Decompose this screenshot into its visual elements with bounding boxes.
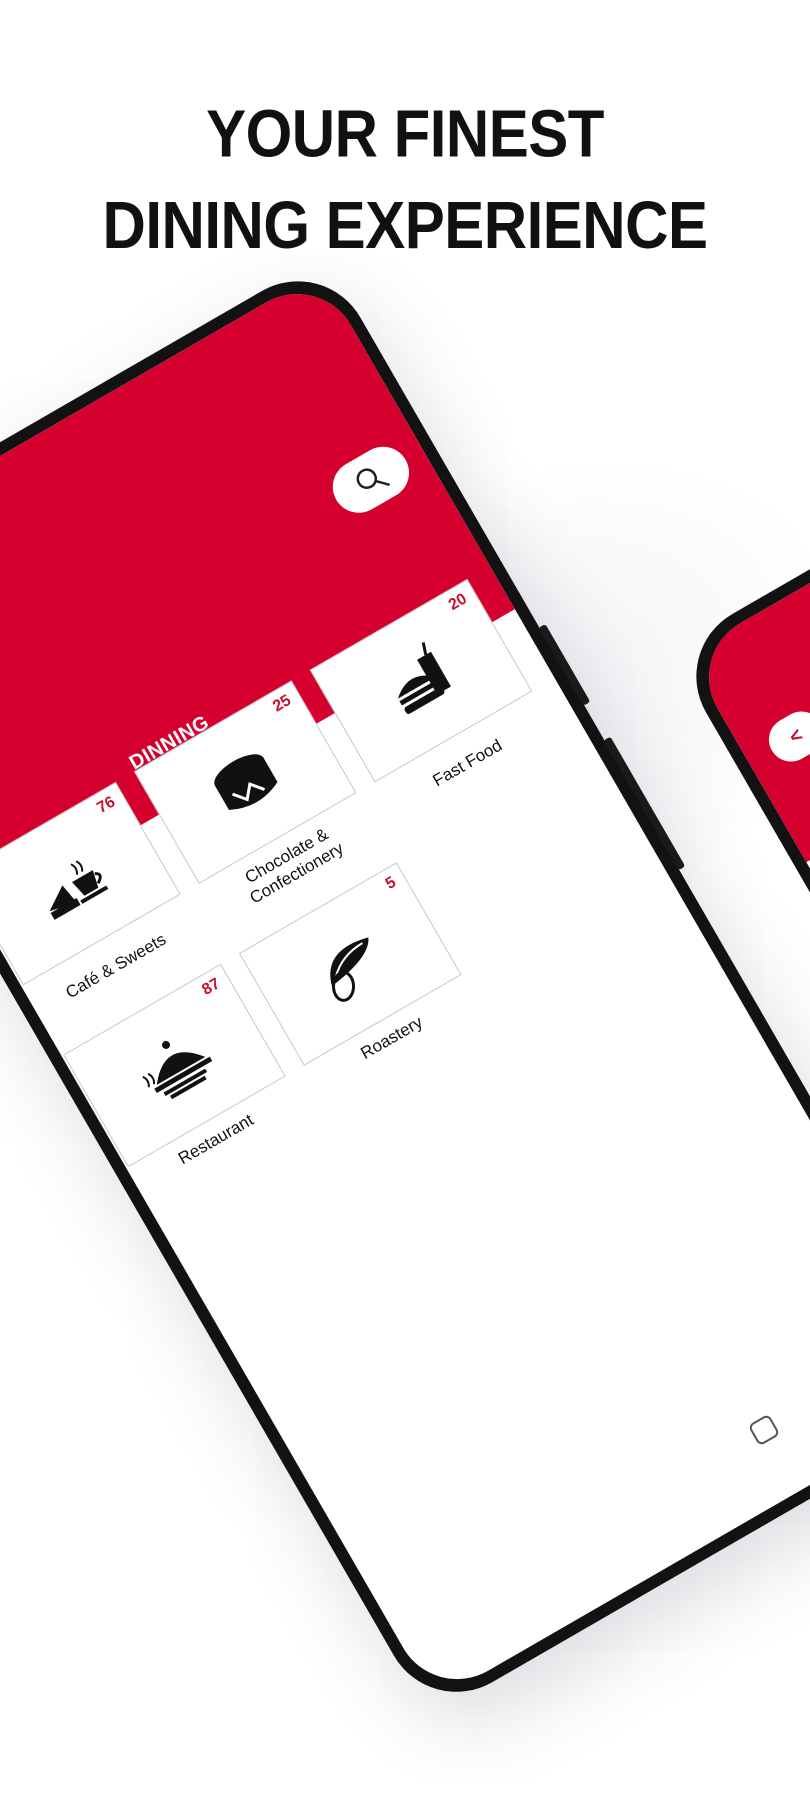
category-count: 87 <box>199 975 224 999</box>
headline-line-1: YOUR FINEST <box>206 95 604 171</box>
coffee-cake-icon <box>49 860 109 920</box>
burger-drink-icon <box>397 642 451 714</box>
category-count: 5 <box>382 873 400 893</box>
chevron-left-icon: < <box>785 723 807 749</box>
search-button[interactable] <box>323 437 419 523</box>
seed-icon <box>330 937 369 1002</box>
category-count: 20 <box>445 590 470 615</box>
search-icon <box>356 468 390 489</box>
category-count: 25 <box>270 691 295 716</box>
category-tile-restaurant[interactable]: 87 <box>63 963 286 1168</box>
cake-icon <box>214 754 278 810</box>
cloche-icon <box>142 1040 213 1100</box>
headline: YOUR FINEST DINING EXPERIENCE <box>0 88 810 272</box>
headline-line-2: DINING EXPERIENCE <box>102 187 708 263</box>
category-count: 76 <box>94 793 119 818</box>
